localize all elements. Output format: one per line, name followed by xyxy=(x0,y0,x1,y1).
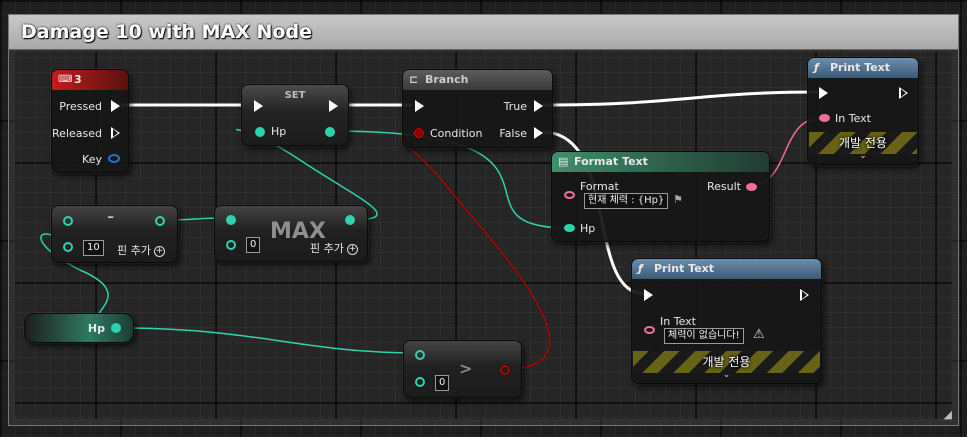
branch-exec-in[interactable] xyxy=(415,100,424,112)
get-hp-node[interactable]: Hp xyxy=(24,313,134,343)
max-b-value[interactable]: 0 xyxy=(246,237,261,253)
condition-pin[interactable] xyxy=(414,128,424,138)
key-label: Key xyxy=(82,153,102,166)
format-text-node[interactable]: ▤ Format Text Format 현재 체력 : {Hp} ⚑ Resu… xyxy=(551,151,770,242)
greater-a-pin[interactable] xyxy=(415,350,425,360)
keyboard-icon: ⌨ xyxy=(58,74,73,85)
branch-header: ⊏ Branch xyxy=(403,70,552,90)
released-label: Released xyxy=(52,127,102,140)
comment-title[interactable]: Damage 10 with MAX Node xyxy=(9,15,958,50)
key-event-title: 3 xyxy=(74,73,82,86)
set-hp-in-pin[interactable] xyxy=(255,127,265,137)
resize-grip-icon[interactable]: ◢ xyxy=(944,408,952,421)
max-add-pin[interactable]: 핀 추가 + xyxy=(310,240,358,256)
format-hp-label: Hp xyxy=(580,222,596,235)
max-a-pin[interactable] xyxy=(226,215,236,225)
greater-node[interactable]: > 0 xyxy=(403,340,522,398)
format-text-icon: ▤ xyxy=(558,155,569,168)
print-text-bottom-header: ƒ Print Text xyxy=(632,259,821,279)
released-exec-pin[interactable] xyxy=(111,127,120,139)
condition-label: Condition xyxy=(430,127,483,140)
add-pin-icon[interactable]: + xyxy=(346,243,358,255)
format-text-header: ▤ Format Text xyxy=(552,152,769,172)
format-hp-pin[interactable] xyxy=(564,224,575,232)
branch-title: Branch xyxy=(425,73,469,86)
set-hp-label: Hp xyxy=(271,125,287,138)
print-bottom-exec-in[interactable] xyxy=(644,289,653,301)
print-top-exec-in[interactable] xyxy=(819,87,828,99)
max-out-pin[interactable] xyxy=(345,215,355,225)
subtract-node[interactable]: - 10 핀 추가 + xyxy=(51,204,178,263)
result-label: Result xyxy=(707,180,741,193)
format-input[interactable]: 현재 체력 : {Hp} xyxy=(584,193,669,209)
chevron-down-icon[interactable]: ⌄ xyxy=(632,370,821,380)
add-pin-icon[interactable]: + xyxy=(153,245,165,257)
set-hp-out-pin[interactable] xyxy=(325,127,335,137)
subtract-a-pin[interactable] xyxy=(63,216,73,226)
subtract-add-pin[interactable]: 핀 추가 + xyxy=(117,242,165,258)
print-bottom-in-text-label: In Text xyxy=(660,315,696,328)
true-label: True xyxy=(503,100,527,113)
pressed-exec-pin[interactable] xyxy=(111,100,120,112)
print-text-bottom-title: Print Text xyxy=(654,262,715,275)
greater-b-pin[interactable] xyxy=(415,377,425,387)
print-bottom-in-text-input[interactable]: 체력이 없습니다! xyxy=(664,328,744,344)
warning-icon: ⚠ xyxy=(753,327,765,342)
branch-icon: ⊏ xyxy=(409,73,419,86)
key-pin[interactable] xyxy=(108,154,120,163)
print-bottom-in-text-pin[interactable] xyxy=(644,326,655,334)
print-text-top-header: ƒ Print Text xyxy=(808,58,918,78)
subtract-title: - xyxy=(107,204,115,228)
subtract-out-pin[interactable] xyxy=(155,216,165,226)
subtract-b-pin[interactable] xyxy=(63,242,73,252)
print-bottom-exec-out[interactable] xyxy=(800,289,809,301)
set-exec-out[interactable] xyxy=(329,100,338,112)
pressed-label: Pressed xyxy=(59,100,102,113)
false-label: False xyxy=(499,127,527,140)
print-text-top-node[interactable]: ƒ Print Text In Text 개발 전용 ⌄ xyxy=(807,57,919,165)
key-event-node[interactable]: ⌨ 3 Pressed Released Key xyxy=(51,69,129,173)
false-exec-pin[interactable] xyxy=(534,127,543,139)
function-icon: ƒ xyxy=(638,262,643,275)
print-top-in-text-pin[interactable] xyxy=(819,114,830,122)
get-hp-out-pin[interactable] xyxy=(111,323,121,333)
set-exec-in[interactable] xyxy=(254,100,263,112)
function-icon: ƒ xyxy=(814,61,819,74)
print-text-bottom-node[interactable]: ƒ Print Text In Text 체력이 없습니다! ⚠ 개발 전용 ⌄ xyxy=(631,258,822,384)
max-node[interactable]: MAX 0 핀 추가 + xyxy=(214,205,368,262)
subtract-b-value[interactable]: 10 xyxy=(83,240,104,256)
set-hp-node[interactable]: SET Hp xyxy=(241,84,349,146)
format-label: Format xyxy=(580,180,619,193)
greater-b-value[interactable]: 0 xyxy=(435,375,450,391)
max-b-pin[interactable] xyxy=(226,240,236,250)
format-pin[interactable] xyxy=(564,191,575,199)
print-text-top-title: Print Text xyxy=(830,61,891,74)
greater-title: > xyxy=(459,359,473,378)
print-top-in-text-label: In Text xyxy=(835,112,871,125)
branch-node[interactable]: ⊏ Branch True Condition False xyxy=(402,69,553,148)
true-exec-pin[interactable] xyxy=(534,100,543,112)
greater-out-pin[interactable] xyxy=(500,365,510,375)
add-pin-label: 핀 추가 xyxy=(310,242,344,255)
result-pin[interactable] xyxy=(746,183,757,191)
key-event-header: ⌨ 3 xyxy=(52,70,128,90)
add-pin-label: 핀 추가 xyxy=(117,244,151,257)
flag-icon[interactable]: ⚑ xyxy=(673,193,683,206)
chevron-down-icon[interactable]: ⌄ xyxy=(808,151,918,161)
get-hp-label: Hp xyxy=(87,322,105,335)
format-text-title: Format Text xyxy=(574,155,648,168)
print-top-exec-out[interactable] xyxy=(899,87,908,99)
